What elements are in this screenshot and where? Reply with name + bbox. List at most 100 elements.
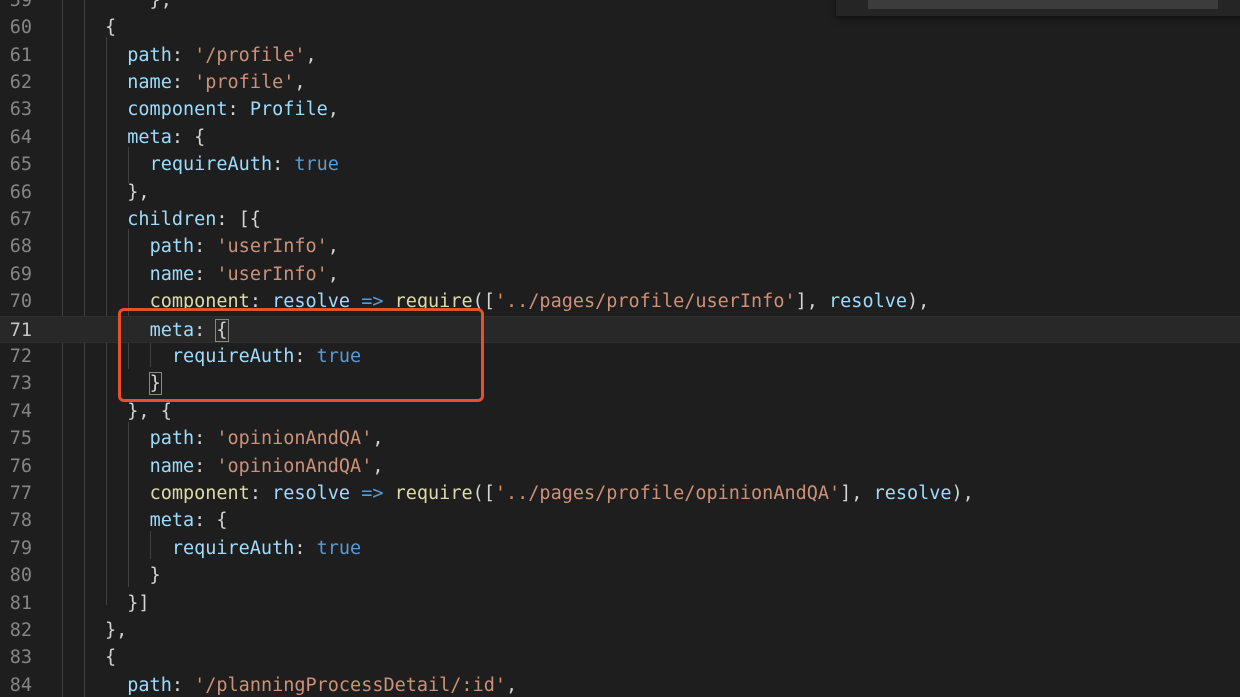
- code-text: path: '/planningProcessDetail/:id',: [105, 672, 517, 697]
- code-text: {: [105, 644, 116, 671]
- code-line[interactable]: 60 {: [0, 14, 1240, 41]
- code-token: ),: [951, 483, 974, 504]
- code-token: },: [105, 181, 150, 203]
- code-line[interactable]: 68 path: 'userInfo',: [0, 233, 1240, 260]
- code-line[interactable]: 84 path: '/planningProcessDetail/:id',: [0, 672, 1240, 697]
- code-token: ([: [472, 483, 495, 504]
- code-line[interactable]: 77 component: resolve => require(['../pa…: [0, 480, 1240, 507]
- code-text: },: [105, 179, 150, 206]
- code-token: :: [194, 236, 217, 258]
- code-line[interactable]: 78 meta: {: [0, 507, 1240, 534]
- code-token: path: [127, 44, 172, 66]
- code-line[interactable]: 61 path: '/profile',: [0, 42, 1240, 69]
- code-token: :: [227, 99, 250, 121]
- code-token: {: [105, 17, 117, 39]
- code-token: : {: [171, 126, 206, 148]
- code-line[interactable]: 64 meta: {: [0, 124, 1240, 151]
- find-input[interactable]: [868, 0, 1218, 9]
- code-text: },: [105, 617, 127, 644]
- code-token: ,: [327, 263, 339, 285]
- code-token: ,: [327, 236, 339, 258]
- code-token: '../pages/profile/userInfo': [494, 291, 796, 313]
- annotation-highlight-box: [118, 308, 484, 402]
- code-token: component: [127, 99, 228, 121]
- find-widget[interactable]: [836, 0, 1240, 16]
- line-number: 77: [9, 483, 32, 504]
- code-token: '../pages/profile/opinionAndQA': [494, 483, 841, 504]
- code-text: meta: {: [105, 507, 228, 534]
- line-number: 75: [9, 428, 32, 450]
- code-line[interactable]: 80 }: [0, 562, 1240, 589]
- code-text: }: [105, 562, 161, 589]
- line-number: 67: [9, 209, 32, 230]
- code-token: ,: [327, 99, 339, 121]
- line-number: 84: [9, 674, 32, 696]
- code-line[interactable]: 79 requireAuth: true: [0, 535, 1240, 562]
- line-number: 76: [9, 455, 32, 477]
- code-token: require: [394, 483, 473, 504]
- line-number: 59: [9, 0, 32, 11]
- code-text: }]: [105, 590, 149, 617]
- line-number: 79: [9, 537, 32, 559]
- code-line[interactable]: 76 name: 'opinionAndQA',: [0, 453, 1240, 480]
- code-token: },: [105, 0, 172, 11]
- code-token: path: [149, 428, 195, 450]
- code-token: name: [149, 263, 195, 285]
- code-token: ],: [795, 291, 830, 313]
- code-line[interactable]: 66 },: [0, 179, 1240, 206]
- code-text: name: 'userInfo',: [105, 261, 339, 288]
- code-token: ,: [372, 455, 384, 477]
- code-token: :: [294, 537, 317, 559]
- code-token: meta: [127, 126, 172, 148]
- code-token: 'opinionAndQA': [216, 455, 373, 477]
- code-text: },: [105, 0, 172, 14]
- code-token: '/planningProcessDetail/:id': [194, 674, 506, 696]
- code-token: requireAuth: [171, 537, 295, 559]
- code-line[interactable]: 67 children: [{: [0, 206, 1240, 233]
- code-token: ,: [294, 72, 306, 93]
- code-token: : {: [194, 510, 228, 532]
- line-number: 60: [9, 17, 32, 39]
- line-number: 65: [9, 154, 32, 176]
- line-number: 83: [9, 647, 32, 669]
- code-text: name: 'opinionAndQA',: [105, 453, 384, 480]
- code-token: :: [249, 483, 273, 504]
- line-number: 81: [9, 592, 32, 614]
- code-line[interactable]: 69 name: 'userInfo',: [0, 261, 1240, 288]
- code-line[interactable]: 63 component: Profile,: [0, 96, 1240, 123]
- code-token: path: [149, 236, 195, 258]
- code-token: ,: [506, 674, 518, 696]
- line-number: 62: [9, 72, 32, 93]
- code-token: =>: [361, 483, 384, 504]
- code-token: component: [149, 483, 250, 504]
- code-text: path: 'opinionAndQA',: [105, 425, 384, 452]
- code-line[interactable]: 75 path: 'opinionAndQA',: [0, 425, 1240, 452]
- code-token: ),: [907, 291, 930, 313]
- code-token: resolve: [829, 291, 907, 313]
- code-token: 'profile': [194, 72, 295, 93]
- code-line[interactable]: 62 name: 'profile',: [0, 69, 1240, 96]
- code-line[interactable]: 83 {: [0, 644, 1240, 671]
- line-number: 68: [9, 236, 32, 258]
- code-line[interactable]: 65 requireAuth: true: [0, 151, 1240, 178]
- code-token: '/profile': [194, 44, 306, 66]
- line-number: 73: [9, 373, 32, 395]
- code-token: resolve: [873, 483, 952, 504]
- code-line[interactable]: 81 }]: [0, 590, 1240, 617]
- code-token: },: [105, 620, 128, 641]
- code-text: component: Profile,: [105, 96, 339, 123]
- code-editor[interactable]: 59 }, 60{61 path: '/profile', 62 name: 'pr…: [0, 0, 1240, 697]
- code-line[interactable]: 82},: [0, 617, 1240, 644]
- code-token: 'opinionAndQA': [216, 428, 373, 450]
- line-number: 78: [9, 510, 32, 532]
- code-token: 'userInfo': [216, 236, 328, 258]
- code-text: requireAuth: true: [105, 535, 361, 562]
